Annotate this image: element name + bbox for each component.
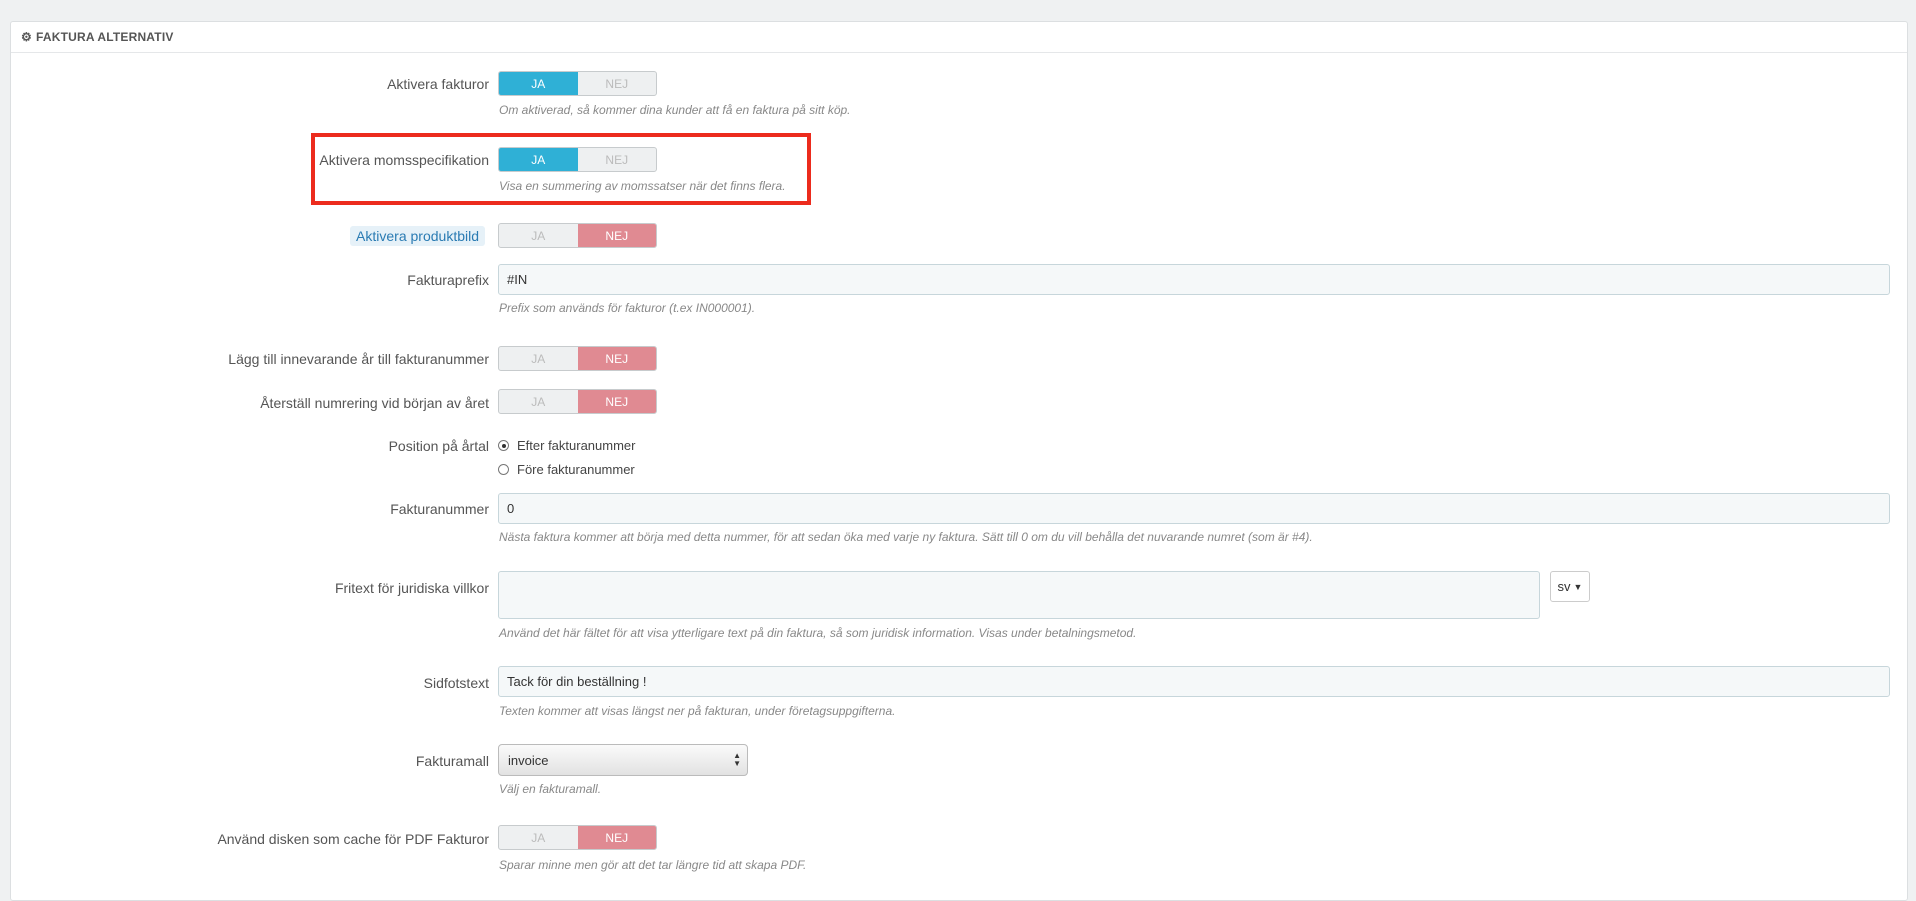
help-sidfot: Texten kommer att visas längst ner på fa… [499,704,896,718]
label-aktivera-fakturor: Aktivera fakturor [387,76,489,92]
aktivera-fakturor-no[interactable]: NEJ [578,72,657,95]
label-cache: Använd disken som cache för PDF Fakturor [217,831,489,847]
ar-nummer-no[interactable]: NEJ [577,347,656,370]
cache-yes[interactable]: JA [499,826,578,849]
aterstall-yes[interactable]: JA [499,390,578,413]
radio-efter-button[interactable] [498,440,509,451]
help-aktivera-fakturor: Om aktiverad, så kommer dina kunder att … [499,103,851,117]
aterstall-switch[interactable]: JA NEJ [498,389,657,414]
radio-efter[interactable]: Efter fakturanummer [498,438,636,453]
fritext-textarea[interactable] [498,571,1540,619]
fakturamall-value: invoice [508,752,549,768]
label-prefix: Fakturaprefix [407,272,489,288]
invoice-options-panel: ⚙ FAKTURA ALTERNATIV [10,21,1908,901]
aktivera-fakturor-switch[interactable]: JA NEJ [498,71,657,96]
label-produktbild: Aktivera produktbild [350,226,485,246]
radio-fore-button[interactable] [498,464,509,475]
label-fritext: Fritext för juridiska villkor [334,580,489,596]
language-dropdown-button[interactable]: sv ▼ [1550,571,1590,602]
produktbild-yes[interactable]: JA [499,224,578,247]
produktbild-no[interactable]: NEJ [577,224,656,247]
label-fakturanummer: Fakturanummer [390,501,489,517]
label-fakturamall: Fakturamall [415,753,489,769]
label-position: Position på årtal [388,438,489,454]
fakturanummer-input[interactable]: 0 [498,493,1890,524]
fakturamall-select[interactable]: invoice ▲ ▼ [498,744,748,776]
label-sidfot: Sidfotstext [423,675,489,691]
label-ar-nummer: Lägg till innevarande år till fakturanum… [228,351,489,367]
panel-title: FAKTURA ALTERNATIV [35,30,174,44]
radio-efter-label: Efter fakturanummer [517,438,636,453]
ar-nummer-switch[interactable]: JA NEJ [498,346,657,371]
help-fakturamall: Välj en fakturamall. [499,782,602,796]
help-fritext: Använd det här fältet för att visa ytter… [499,626,1137,640]
label-aterstall: Återställ numrering vid början av året [260,395,489,411]
prefix-input[interactable]: #IN [498,264,1890,295]
help-fakturanummer: Nästa faktura kommer att börja med detta… [499,530,1313,544]
help-prefix: Prefix som används för fakturor (t.ex IN… [499,301,756,315]
caret-down-icon: ▼ [1573,581,1583,592]
ar-nummer-yes[interactable]: JA [499,347,578,370]
aktivera-fakturor-yes[interactable]: JA [499,72,578,95]
help-cache: Sparar minne men gör att det tar längre … [499,858,807,872]
produktbild-switch[interactable]: JA NEJ [498,223,657,248]
highlight-box [311,133,811,205]
radio-fore[interactable]: Före fakturanummer [498,462,635,477]
select-arrows-icon: ▲ ▼ [733,751,741,768]
panel-header: ⚙ FAKTURA ALTERNATIV [11,22,1907,53]
radio-fore-label: Före fakturanummer [517,462,635,477]
aterstall-no[interactable]: NEJ [577,390,656,413]
cache-switch[interactable]: JA NEJ [498,825,657,850]
cache-no[interactable]: NEJ [577,826,656,849]
language-label: sv [1557,579,1571,594]
gears-icon: ⚙ [21,30,32,44]
sidfot-input[interactable]: Tack för din beställning ! [498,666,1890,697]
